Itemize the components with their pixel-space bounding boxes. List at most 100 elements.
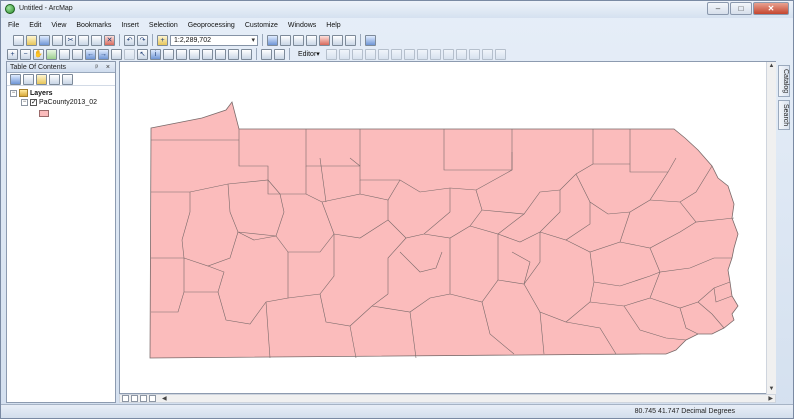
print-icon[interactable] [52,34,63,46]
html-popup-icon[interactable] [215,48,226,60]
layer-row[interactable]: − ✓ PaCounty2013_02 [21,99,97,106]
attributes-icon[interactable] [468,48,480,60]
editor-menu-button[interactable]: Editor▾ [294,48,324,61]
layers-data-frame[interactable]: − Layers [10,89,53,97]
reshape-feature-icon[interactable] [416,48,428,60]
list-by-drawing-order-icon[interactable] [10,73,21,85]
edit-annotation-icon[interactable] [338,48,350,60]
toolbar-separator [119,34,120,46]
redo-icon[interactable]: ↷ [137,34,148,46]
toolbar-separator [152,34,153,46]
cursor-coordinates: 80.745 41.747 Decimal Degrees [634,408,735,415]
menu-view[interactable]: View [46,19,71,32]
layer-symbol-row[interactable] [39,110,49,117]
fixed-zoom-out-icon[interactable] [72,48,83,60]
zoom-out-icon[interactable]: − [20,48,31,60]
layout-view-button-icon[interactable] [131,395,138,402]
edit-vertices-icon[interactable] [403,48,415,60]
arctoolbox-icon[interactable] [319,34,330,46]
find-icon[interactable] [163,48,174,60]
scroll-up-icon[interactable]: ▲ [767,62,776,71]
select-features-icon[interactable] [111,48,122,60]
map-scale-dropdown[interactable]: 1:2,289,702 [170,34,258,46]
map-vertical-scrollbar[interactable]: ▲ ▼ [766,62,776,394]
paste-icon[interactable] [91,34,102,46]
menu-file[interactable]: File [3,19,24,32]
menu-selection[interactable]: Selection [144,19,183,32]
layer-visibility-checkbox[interactable]: ✓ [30,99,37,106]
zoom-in-icon[interactable]: + [7,48,18,60]
split-tool-icon[interactable] [442,48,454,60]
scroll-right-icon[interactable]: ▶ [768,395,773,402]
undo-icon[interactable]: ↶ [124,34,135,46]
search-window-icon[interactable] [306,34,317,46]
rotate-icon[interactable] [455,48,467,60]
open-folder-icon[interactable] [26,34,37,46]
menu-help[interactable]: Help [321,19,345,32]
pan-icon[interactable]: ✋ [33,48,44,60]
new-document-icon[interactable] [13,34,24,46]
back-extent-icon[interactable]: ← [85,48,96,60]
identify-icon[interactable]: i [150,48,161,60]
county-layer [149,101,739,359]
map-horizontal-scrollbar[interactable]: ◀ ▶ [119,394,776,403]
table-of-contents-icon[interactable] [280,34,291,46]
collapse-icon[interactable]: − [21,99,28,106]
scroll-down-icon[interactable]: ▼ [767,385,776,394]
menu-windows[interactable]: Windows [283,19,321,32]
map-display[interactable] [119,61,776,394]
cut-polygons-icon[interactable] [429,48,441,60]
editor-toolbar-icon[interactable] [267,34,278,46]
list-by-selection-icon[interactable] [49,73,60,85]
add-data-icon[interactable]: + [157,34,168,46]
edit-tool-icon[interactable] [325,48,337,60]
menu-customize[interactable]: Customize [240,19,283,32]
menu-geoprocessing[interactable]: Geoprocessing [183,19,240,32]
toc-options-icon[interactable] [62,73,73,85]
model-builder-icon[interactable] [345,34,356,46]
layout-view-icon[interactable] [261,48,272,60]
scroll-left-icon[interactable]: ◀ [162,395,167,402]
save-icon[interactable] [39,34,50,46]
trace-icon[interactable] [377,48,389,60]
delete-icon[interactable]: ✕ [104,34,115,46]
point-icon[interactable] [390,48,402,60]
toc-header-buttons[interactable]: ᵖ × [95,62,113,73]
minimize-button[interactable]: – [707,2,729,15]
forward-extent-icon[interactable]: → [98,48,109,60]
time-slider-icon[interactable] [228,48,239,60]
menu-bookmarks[interactable]: Bookmarks [71,19,116,32]
copy-icon[interactable] [78,34,89,46]
sketch-properties-icon[interactable] [481,48,493,60]
straight-segment-icon[interactable] [351,48,363,60]
create-features-icon[interactable] [494,48,506,60]
refresh-view-icon[interactable] [140,395,147,402]
full-extent-icon[interactable] [46,48,57,60]
collapse-icon[interactable]: − [10,89,17,97]
python-window-icon[interactable] [332,34,343,46]
close-button[interactable]: ✕ [753,2,789,15]
create-viewer-icon[interactable] [241,48,252,60]
search-tab[interactable]: Search [778,100,790,131]
layer-symbol-swatch[interactable] [39,110,49,117]
maximize-button[interactable]: □ [730,2,752,15]
go-to-xy-icon[interactable] [176,48,187,60]
list-by-source-icon[interactable] [23,73,34,85]
data-view-button-icon[interactable] [122,395,129,402]
pennsylvania-county-map[interactable] [120,62,767,394]
data-view-icon[interactable] [274,48,285,60]
catalog-window-icon[interactable] [293,34,304,46]
clear-selection-icon[interactable] [124,48,135,60]
list-by-visibility-icon[interactable] [36,73,47,85]
fixed-zoom-in-icon[interactable] [59,48,70,60]
measure-icon[interactable] [189,48,200,60]
menu-insert[interactable]: Insert [116,19,144,32]
select-elements-icon[interactable]: ↖ [137,48,148,60]
endpoint-arc-icon[interactable] [364,48,376,60]
cut-icon[interactable]: ✂ [65,34,76,46]
menu-edit[interactable]: Edit [24,19,46,32]
catalog-tab[interactable]: Catalog [778,65,790,98]
hyperlink-icon[interactable] [202,48,213,60]
pause-drawing-icon[interactable] [149,395,156,402]
connect-icon[interactable] [365,34,376,46]
